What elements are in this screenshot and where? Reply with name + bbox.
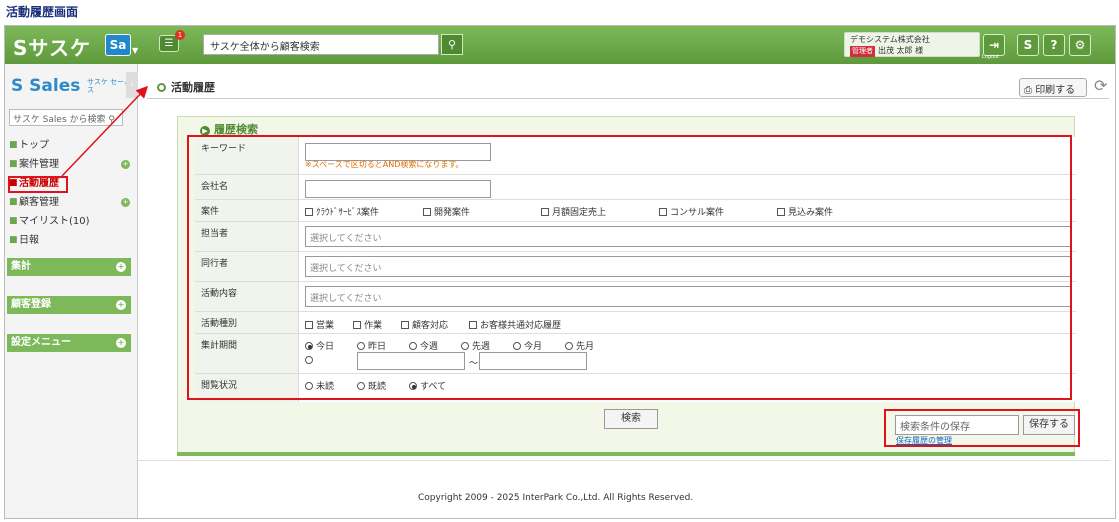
sidebar-item-top[interactable]: ■ トップ <box>9 136 134 155</box>
sasuke-logo[interactable]: Sサスケ <box>13 32 91 61</box>
bullet-icon: ■ <box>9 216 18 226</box>
user-name: 出茂 太郎 様 <box>878 46 924 55</box>
app-switch-button[interactable]: Sa <box>105 34 131 56</box>
admin-badge: 管理者 <box>850 46 875 57</box>
help-icon[interactable]: ? <box>1043 34 1065 56</box>
bullet-icon: ■ <box>9 140 18 150</box>
highlight-box <box>884 409 1080 447</box>
sidebar-nav: ■ トップ ■ 案件管理 + ■ 活動履歴 ■ 顧客管理 + ■ マイリスト(10) ■ 日報 <box>8 136 134 250</box>
sidebar: S Sales サスケ セールス ‹ サスケ Sales から検索 ⚲ ■ トップ… <box>5 64 138 518</box>
plus-icon: + <box>116 262 126 272</box>
divider <box>138 460 1110 461</box>
refresh-icon[interactable]: ⟳ <box>1094 76 1107 95</box>
top-bar: Sサスケ Sa ▼ ☰ 1 サスケ全体から顧客検索 ⚲ デモシステム株式会社 管… <box>5 26 1115 64</box>
plus-icon[interactable]: + <box>121 160 130 169</box>
bullet-icon: ■ <box>9 197 18 207</box>
message-count-badge: 1 <box>175 30 185 40</box>
sidebar-search-input[interactable]: サスケ Sales から検索 ⚲ <box>9 109 123 126</box>
plus-icon: + <box>116 338 126 348</box>
sidebar-item-mylist[interactable]: ■ マイリスト(10) <box>9 212 134 231</box>
page-title: 活動履歴 <box>157 79 215 95</box>
bullet-icon: ■ <box>9 235 18 245</box>
sales-logo: S Sales <box>11 76 81 96</box>
panel-bottom-bar <box>177 452 1075 456</box>
sidebar-item-activity-history[interactable]: ■ 活動履歴 <box>8 174 134 193</box>
plus-icon: + <box>116 300 126 310</box>
print-button[interactable]: ⎙ 印刷する <box>1019 78 1087 97</box>
highlight-box <box>187 135 1072 400</box>
sidebar-item-customers[interactable]: ■ 顧客管理 + <box>9 193 134 212</box>
page-caption: 活動履歴画面 <box>6 5 79 19</box>
sidebar-item-daily-report[interactable]: ■ 日報 <box>9 231 134 250</box>
footer-copyright: Copyright 2009 - 2025 InterPark Co.,Ltd.… <box>418 493 694 503</box>
logout-icon[interactable]: ⇥ <box>983 34 1005 56</box>
circle-icon <box>157 83 166 92</box>
logout-label: Logout <box>982 54 1000 60</box>
bullet-icon: ■ <box>9 159 18 169</box>
gear-icon[interactable]: ⚙ <box>1069 34 1091 56</box>
sidebar-collapse-button[interactable]: ‹ <box>126 72 138 98</box>
global-search-input[interactable]: サスケ全体から顧客検索 <box>203 34 439 55</box>
sidebar-section-settings[interactable]: 設定メニュー + <box>7 334 131 352</box>
search-icon[interactable]: ⚲ <box>441 34 463 55</box>
sasuke-s-icon[interactable]: S <box>1017 34 1039 56</box>
sidebar-section-customer-register[interactable]: 顧客登録 + <box>7 296 131 314</box>
chevron-down-icon[interactable]: ▼ <box>132 46 138 55</box>
sidebar-item-projects[interactable]: ■ 案件管理 + <box>9 155 134 174</box>
search-button[interactable]: 検索 <box>604 409 658 429</box>
sidebar-section-aggregate[interactable]: 集計 + <box>7 258 131 276</box>
user-info[interactable]: デモシステム株式会社 管理者 出茂 太郎 様 <box>844 32 980 57</box>
company-name: デモシステム株式会社 <box>850 35 930 44</box>
divider <box>147 98 1109 99</box>
plus-icon[interactable]: + <box>121 198 130 207</box>
highlight-box <box>8 176 68 193</box>
